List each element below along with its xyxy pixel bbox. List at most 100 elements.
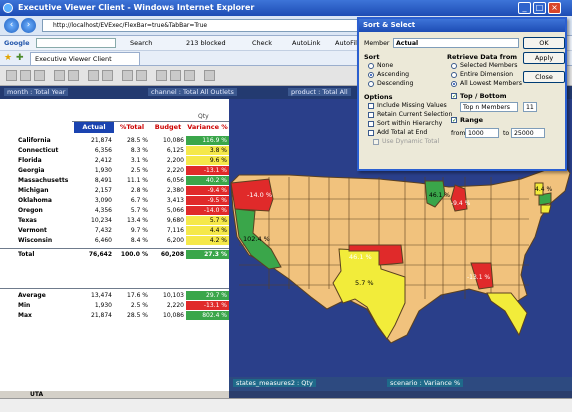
cell-budget[interactable]: 60,208 xyxy=(150,250,186,259)
cell-actual[interactable]: 2,157 xyxy=(74,186,114,195)
cell-actual[interactable]: 21,874 xyxy=(74,136,114,145)
cell-pct[interactable]: 8.3 % xyxy=(114,146,150,155)
cell-budget[interactable]: 2,380 xyxy=(150,186,186,195)
cell-pct[interactable]: 2.5 % xyxy=(114,166,150,175)
ok-button[interactable]: OK xyxy=(523,37,565,49)
column-header-actual[interactable]: Actual xyxy=(74,122,114,133)
sort-hierarchy-checkbox[interactable] xyxy=(368,121,374,127)
new-icon[interactable] xyxy=(6,70,17,81)
row-label[interactable]: California xyxy=(18,136,51,145)
cell-budget[interactable]: 10,086 xyxy=(150,136,186,145)
open-icon[interactable] xyxy=(20,70,31,81)
close-button[interactable]: Close xyxy=(523,71,565,83)
top-bottom-checkbox[interactable]: ✓ xyxy=(451,93,457,100)
cell-actual[interactable]: 6,356 xyxy=(74,146,114,155)
sort-icon[interactable] xyxy=(170,70,181,81)
cell-actual[interactable]: 1,930 xyxy=(74,301,114,310)
autofill-button[interactable]: AutoFill xyxy=(335,39,359,47)
cell-budget[interactable]: 10,086 xyxy=(150,311,186,320)
top-n-input[interactable]: 11 xyxy=(523,102,537,112)
range-checkbox[interactable]: ✓ xyxy=(451,117,457,124)
print-icon[interactable] xyxy=(54,70,65,81)
cell-pct[interactable]: 8.4 % xyxy=(114,236,150,245)
row-label[interactable]: Massachusetts xyxy=(18,176,68,185)
cell-pct[interactable]: 5.7 % xyxy=(114,206,150,215)
row-label[interactable]: Wisconsin xyxy=(18,236,52,245)
cell-budget[interactable]: 5,066 xyxy=(150,206,186,215)
row-label[interactable]: Florida xyxy=(18,156,42,165)
cell-actual[interactable]: 4,356 xyxy=(74,206,114,215)
cell-pct[interactable]: 17.6 % xyxy=(114,291,150,300)
cell-variance[interactable]: 29.7 % xyxy=(186,291,229,300)
cell-pct[interactable]: 13.4 % xyxy=(114,216,150,225)
column-header-pct-total[interactable]: %Total xyxy=(114,122,150,133)
dimension-month[interactable]: month : Total Year xyxy=(4,88,69,96)
cell-variance[interactable]: 4.2 % xyxy=(186,236,229,245)
row-label[interactable]: Texas xyxy=(18,216,37,225)
cell-budget[interactable]: 9,680 xyxy=(150,216,186,225)
cell-variance[interactable]: 3.8 % xyxy=(186,146,229,155)
cell-variance[interactable]: 116.9 % xyxy=(186,136,229,145)
row-label[interactable]: Oregon xyxy=(18,206,43,215)
maximize-icon[interactable]: □ xyxy=(533,2,546,14)
cell-variance[interactable]: 802.4 % xyxy=(186,311,229,320)
state-connecticut[interactable] xyxy=(540,204,552,214)
cell-pct[interactable]: 100.0 % xyxy=(114,250,150,259)
cell-budget[interactable]: 2,220 xyxy=(150,301,186,310)
cell-budget[interactable]: 2,200 xyxy=(150,156,186,165)
cell-budget[interactable]: 7,116 xyxy=(150,226,186,235)
row-label[interactable]: Vermont xyxy=(18,226,47,235)
google-search-input[interactable] xyxy=(36,38,116,48)
retrieve-entire-radio[interactable] xyxy=(451,72,457,78)
cell-actual[interactable]: 1,930 xyxy=(74,166,114,175)
cell-pct[interactable]: 2.5 % xyxy=(114,301,150,310)
row-label[interactable]: Max xyxy=(18,311,32,320)
row-label[interactable]: Min xyxy=(18,301,30,310)
row-label[interactable]: Connecticut xyxy=(18,146,58,155)
map-icon[interactable] xyxy=(184,70,195,81)
cell-actual[interactable]: 6,460 xyxy=(74,236,114,245)
cell-variance[interactable]: 40.2 % xyxy=(186,176,229,185)
column-header-budget[interactable]: Budget xyxy=(150,122,186,133)
close-icon[interactable]: × xyxy=(548,2,561,14)
cell-actual[interactable]: 7,432 xyxy=(74,226,114,235)
forward-arrow-icon[interactable]: › xyxy=(21,18,36,33)
spell-check-button[interactable]: Check xyxy=(252,39,272,47)
cell-actual[interactable]: 8,491 xyxy=(74,176,114,185)
cell-pct[interactable]: 6.7 % xyxy=(114,196,150,205)
cell-actual[interactable]: 76,642 xyxy=(74,250,114,259)
cell-pct[interactable]: 3.1 % xyxy=(114,156,150,165)
google-search-button[interactable]: Search xyxy=(130,39,152,47)
popup-blocked-count[interactable]: 213 blocked xyxy=(186,39,226,47)
apply-button[interactable]: Apply xyxy=(523,52,565,64)
column-header-variance[interactable]: Variance % xyxy=(186,122,229,133)
cell-budget[interactable]: 6,200 xyxy=(150,236,186,245)
filter-icon[interactable] xyxy=(156,70,167,81)
sort-ascending-radio[interactable] xyxy=(368,72,374,78)
cell-variance[interactable]: -13.1 % xyxy=(186,301,229,310)
cell-pct[interactable]: 2.8 % xyxy=(114,186,150,195)
cell-pct[interactable]: 28.5 % xyxy=(114,136,150,145)
help-icon[interactable] xyxy=(204,70,215,81)
cell-budget[interactable]: 3,413 xyxy=(150,196,186,205)
range-to-input[interactable]: 25000 xyxy=(511,128,545,138)
cell-budget[interactable]: 6,056 xyxy=(150,176,186,185)
cell-pct[interactable]: 11.1 % xyxy=(114,176,150,185)
include-missing-checkbox[interactable] xyxy=(368,103,374,109)
add-favorite-icon[interactable]: ✚ xyxy=(16,53,24,63)
retrieve-selected-radio[interactable] xyxy=(451,63,457,69)
favorites-star-icon[interactable]: ★ xyxy=(4,53,12,63)
chart-icon[interactable] xyxy=(122,70,133,81)
cell-actual[interactable]: 21,874 xyxy=(74,311,114,320)
tab-executive-viewer[interactable]: Executive Viewer Client xyxy=(30,52,140,65)
redo-icon[interactable] xyxy=(102,70,113,81)
dimension-product[interactable]: product : Total All xyxy=(288,88,351,96)
add-total-checkbox[interactable] xyxy=(368,130,374,136)
cell-variance[interactable]: -9.4 % xyxy=(186,186,229,195)
row-label[interactable]: Average xyxy=(18,291,46,300)
cell-pct[interactable]: 9.7 % xyxy=(114,226,150,235)
member-field[interactable]: Actual xyxy=(393,38,519,48)
sheet-tab-uta[interactable]: UTA xyxy=(30,391,43,398)
state-michigan[interactable] xyxy=(450,184,468,212)
map-dimension-states[interactable]: states_measures2 : Qty xyxy=(233,379,316,387)
